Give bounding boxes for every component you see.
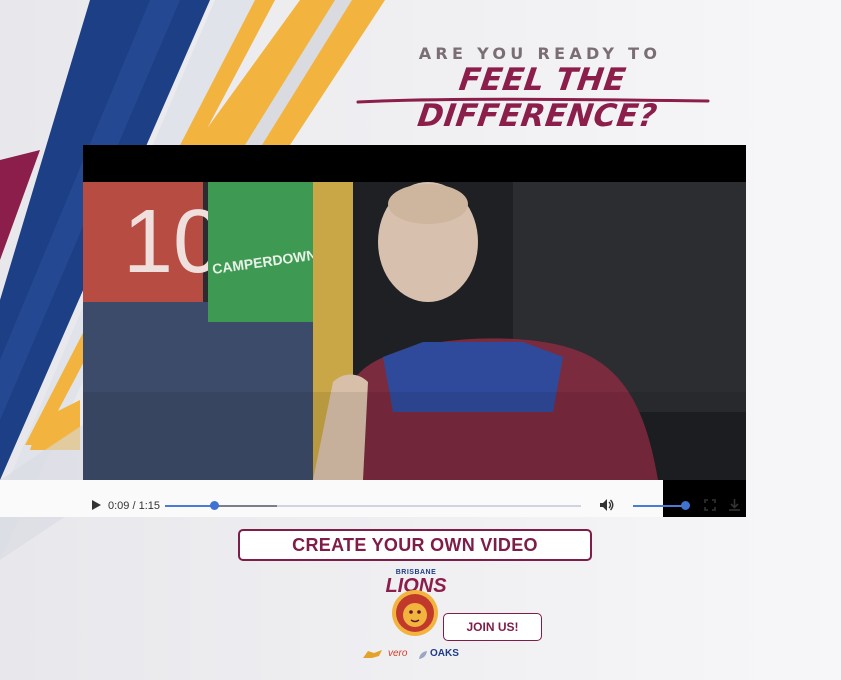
video-still: 10 CAMPERDOWN <box>83 182 746 480</box>
sponsor-lion-icon <box>363 650 382 658</box>
current-time: 0:09 <box>108 500 130 512</box>
played-bar <box>165 505 215 507</box>
video-frame[interactable]: 10 CAMPERDOWN <box>83 182 746 480</box>
volume-handle[interactable] <box>680 501 690 510</box>
play-icon[interactable] <box>90 499 102 511</box>
sponsor-strip: vero OAKS <box>362 646 472 662</box>
duration: 1:15 <box>138 500 161 512</box>
sponsor-oaks-leaf-icon <box>419 651 427 659</box>
fullscreen-icon[interactable] <box>704 499 716 511</box>
lion-logo-icon <box>392 590 438 636</box>
sponsor-oaks: OAKS <box>430 648 459 659</box>
brush-underline <box>356 97 710 104</box>
video-player[interactable]: 10 CAMPERDOWN <box>83 145 746 517</box>
time-display: 0:09 / 1:15 <box>108 500 160 512</box>
download-icon[interactable] <box>728 498 741 512</box>
headline: ARE YOU READY TO FEEL THE DIFFERENCE? <box>340 44 740 134</box>
progress-bar[interactable] <box>165 505 581 507</box>
time-separator: / <box>132 500 136 512</box>
headline-small: ARE YOU READY TO <box>418 44 662 63</box>
volume-icon[interactable] <box>599 498 615 512</box>
create-video-button[interactable]: CREATE YOUR OWN VIDEO <box>238 529 592 561</box>
sponsor-vero: vero <box>388 648 408 659</box>
volume-slider[interactable] <box>633 505 685 507</box>
join-us-button[interactable]: JOIN US! <box>443 613 542 641</box>
